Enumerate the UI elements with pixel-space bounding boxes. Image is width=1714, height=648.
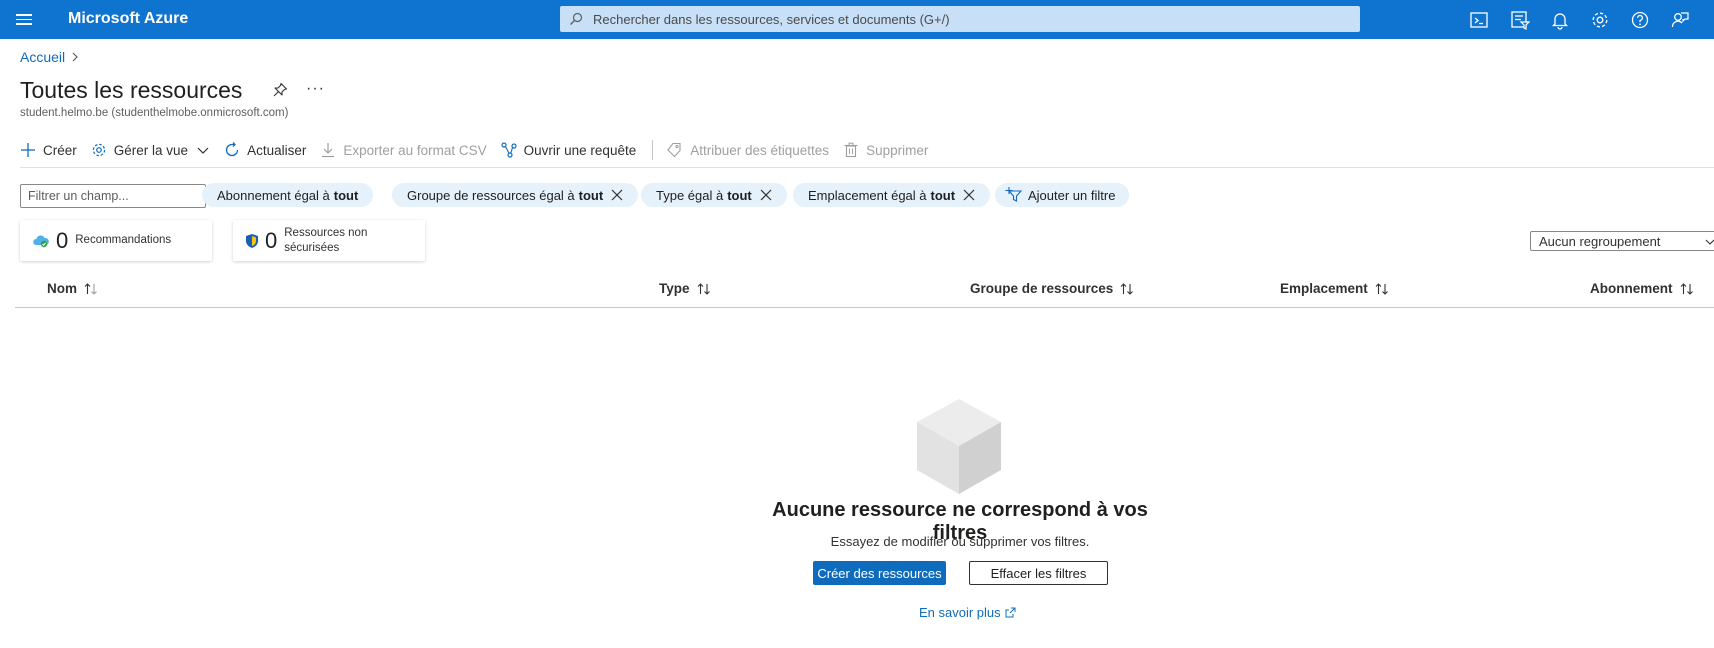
grouping-select[interactable]: Aucun regroupement [1530, 231, 1714, 251]
column-label: Nom [47, 281, 77, 296]
search-input[interactable] [591, 10, 1335, 28]
delete-label: Supprimer [866, 142, 929, 158]
command-bar: Créer Gérer la vue Actualiser Exporter a… [20, 138, 942, 162]
filter-pill-type[interactable]: Type égal à tout [641, 183, 787, 207]
chevron-down-icon [1705, 239, 1714, 245]
query-graph-icon [501, 142, 517, 158]
learn-more-link[interactable]: En savoir plus [919, 605, 1016, 620]
close-icon[interactable] [611, 189, 623, 201]
toolbar-divider [652, 140, 654, 160]
assign-tags-button[interactable]: Attribuer des étiquettes [667, 142, 829, 158]
portal-brand[interactable]: Microsoft Azure [68, 10, 188, 28]
delete-button[interactable]: Supprimer [843, 142, 928, 158]
create-label: Créer [43, 142, 77, 158]
refresh-button[interactable]: Actualiser [224, 142, 306, 158]
export-csv-label: Exporter au format CSV [343, 142, 487, 158]
gear-icon [92, 143, 105, 157]
cloud-shell-icon[interactable] [1469, 10, 1489, 30]
breadcrumb-home[interactable]: Accueil [20, 49, 65, 65]
refresh-icon [225, 142, 239, 157]
open-query-label: Ouvrir une requête [523, 142, 637, 158]
grouping-value: Aucun regroupement [1539, 233, 1661, 249]
column-header-resource-group[interactable]: Groupe de ressources [970, 281, 1135, 296]
unsecured-resources-card[interactable]: 0 Ressources non sécurisées [233, 220, 425, 261]
filter-pill-label: Abonnement égal à [217, 187, 330, 203]
sort-icon [1120, 282, 1134, 295]
download-icon [322, 143, 335, 158]
add-filter-label: Ajouter un filtre [1028, 187, 1116, 203]
clear-filters-button[interactable]: Effacer les filtres [969, 561, 1108, 585]
feedback-icon[interactable] [1670, 10, 1690, 30]
column-header-subscription[interactable]: Abonnement [1590, 281, 1695, 296]
empty-cube-icon [917, 399, 1001, 494]
filter-pill-resource-group[interactable]: Groupe de ressources égal à tout [392, 183, 639, 207]
recommendations-count: 0 [56, 227, 69, 253]
pin-icon[interactable] [272, 82, 288, 98]
help-icon[interactable] [1630, 10, 1650, 30]
column-label: Type [659, 281, 690, 296]
learn-more-label: En savoir plus [919, 605, 1001, 620]
sort-icon [1375, 282, 1388, 295]
column-header-location[interactable]: Emplacement [1280, 281, 1390, 296]
filter-pill-location[interactable]: Emplacement égal à tout [793, 183, 991, 207]
trash-icon [844, 142, 858, 158]
table-header-divider [15, 307, 1714, 308]
toolbar-divider-line [20, 167, 1714, 168]
column-label: Groupe de ressources [970, 281, 1114, 296]
filter-pill-value: tout [578, 187, 604, 203]
menu-icon[interactable] [14, 11, 34, 28]
more-options-icon[interactable]: ··· [306, 80, 325, 98]
filter-pill-subscription[interactable]: Abonnement égal à tout [202, 183, 374, 207]
global-search[interactable] [560, 6, 1360, 32]
assign-tags-label: Attribuer des étiquettes [690, 142, 830, 158]
create-resources-button[interactable]: Créer des ressources [813, 561, 946, 585]
filter-field-input[interactable] [20, 184, 206, 208]
filter-pill-value: tout [727, 187, 752, 203]
filter-pill-label: Groupe de ressources égal à [407, 187, 575, 203]
filter-pill-value: tout [930, 187, 956, 203]
notifications-icon[interactable] [1550, 10, 1570, 30]
tenant-subtitle: student.helmo.be (studenthelmobe.onmicro… [20, 107, 289, 119]
unsecured-count: 0 [265, 227, 278, 253]
filter-pill-label: Emplacement égal à [808, 187, 927, 203]
sort-icon [84, 282, 97, 295]
sort-icon [1680, 282, 1693, 295]
chevron-right-icon [72, 52, 78, 62]
manage-view-label: Gérer la vue [113, 142, 189, 158]
create-button[interactable]: Créer [20, 142, 77, 158]
refresh-label: Actualiser [247, 142, 307, 158]
column-label: Emplacement [1280, 281, 1368, 296]
column-label: Abonnement [1590, 281, 1673, 296]
export-csv-button[interactable]: Exporter au format CSV [320, 142, 487, 158]
page-title: Toutes les ressources [20, 77, 243, 103]
search-icon [570, 12, 583, 25]
chevron-down-icon [197, 147, 209, 154]
add-filter-icon [1005, 187, 1023, 202]
add-filter-button[interactable]: Ajouter un filtre [995, 183, 1130, 207]
empty-state-description: Essayez de modifier ou supprimer vos fil… [830, 534, 1090, 549]
unsecured-label: Ressources non sécurisées [284, 226, 368, 254]
open-query-button[interactable]: Ouvrir une requête [501, 142, 637, 158]
column-header-name[interactable]: Nom [47, 281, 99, 296]
directory-filter-icon[interactable] [1510, 10, 1530, 30]
settings-gear-icon[interactable] [1590, 10, 1610, 30]
external-link-icon [1005, 607, 1016, 618]
advisor-cloud-icon [33, 234, 49, 247]
filter-pill-label: Type égal à [656, 187, 724, 203]
close-icon[interactable] [760, 189, 772, 201]
close-icon[interactable] [963, 189, 975, 201]
plus-icon [21, 143, 35, 157]
security-shield-icon [246, 233, 258, 248]
filter-pill-value: tout [333, 187, 359, 203]
tag-icon [667, 142, 681, 158]
column-header-type[interactable]: Type [659, 281, 712, 296]
manage-view-button[interactable]: Gérer la vue [91, 142, 210, 158]
recommendations-label: Recommandations [75, 234, 172, 246]
sort-icon [697, 282, 710, 295]
recommendations-card[interactable]: 0 Recommandations [20, 220, 212, 261]
